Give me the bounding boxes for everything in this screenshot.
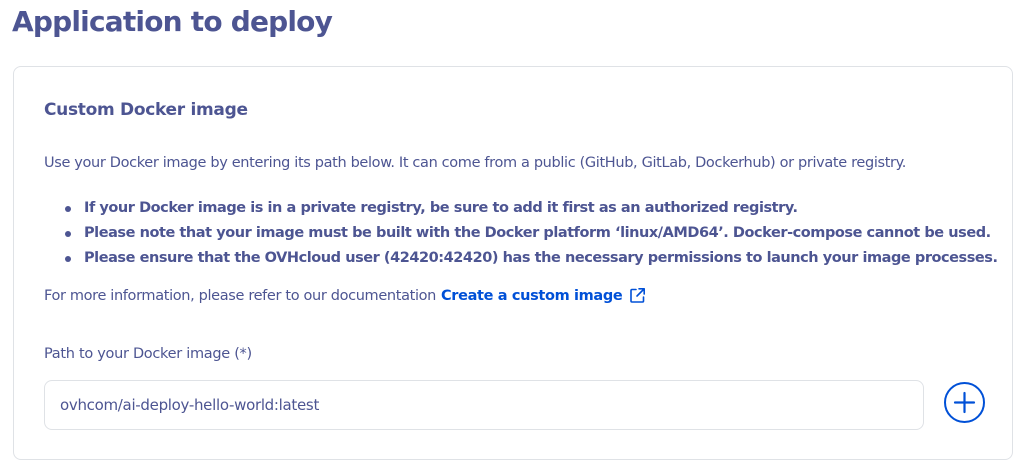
card-title: Custom Docker image <box>44 100 248 120</box>
list-item-text: If your Docker image is in a private reg… <box>84 200 798 216</box>
intro-text: Use your Docker image by entering its pa… <box>44 155 907 171</box>
add-image-button[interactable] <box>943 381 986 424</box>
list-item-text: Please note that your image must be buil… <box>84 225 991 241</box>
external-link-icon <box>629 287 646 304</box>
plus-circle-icon <box>943 381 986 424</box>
list-item: If your Docker image is in a private reg… <box>44 196 998 221</box>
requirements-list: If your Docker image is in a private reg… <box>44 196 998 271</box>
docker-image-path-input[interactable] <box>44 380 924 430</box>
bullet-icon <box>65 231 71 237</box>
more-info-text: For more information, please refer to ou… <box>44 287 646 304</box>
list-item: Please ensure that the OVHcloud user (42… <box>44 246 998 271</box>
list-item-text: Please ensure that the OVHcloud user (42… <box>84 250 998 266</box>
documentation-link-label: Create a custom image <box>441 287 623 304</box>
custom-docker-image-card: Custom Docker image Use your Docker imag… <box>13 66 1013 460</box>
more-info-label: For more information, please refer to ou… <box>44 287 436 304</box>
bullet-icon <box>65 206 71 212</box>
page-title: Application to deploy <box>12 5 333 38</box>
docker-image-path-label: Path to your Docker image (*) <box>44 346 252 362</box>
list-item: Please note that your image must be buil… <box>44 221 998 246</box>
documentation-link[interactable]: Create a custom image <box>441 287 646 304</box>
bullet-icon <box>65 256 71 262</box>
